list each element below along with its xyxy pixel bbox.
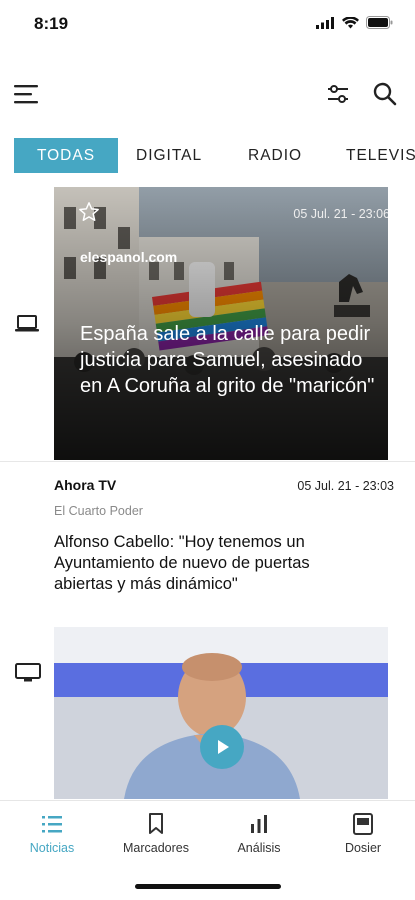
top-app-bar [0, 72, 415, 118]
video-thumbnail [54, 627, 388, 799]
news-feed[interactable]: 05 Jul. 21 - 23:06 elespanol.com España … [0, 187, 415, 799]
nav-marcadores[interactable]: Marcadores [112, 813, 200, 855]
news-item-text[interactable]: Ahora TV 05 Jul. 21 - 23:03 El Cuarto Po… [54, 477, 394, 595]
list-icon [42, 816, 62, 833]
wifi-icon [342, 16, 359, 28]
battery-icon [366, 16, 393, 29]
nav-label: Dosier [344, 841, 382, 855]
tab-digital[interactable]: DIGITAL [136, 138, 202, 173]
news-card-video[interactable] [54, 627, 388, 799]
nav-analisis[interactable]: Análisis [226, 813, 292, 855]
news-headline: Alfonso Cabello: "Hoy tenemos un Ayuntam… [54, 533, 310, 593]
signal-icon [316, 16, 334, 29]
laptop-icon [15, 315, 39, 332]
nav-dosier[interactable]: Dosier [334, 813, 392, 855]
nav-label: Marcadores [123, 841, 189, 855]
nav-label: Análisis [237, 841, 281, 855]
category-tabs: TODAS DIGITAL RADIO TELEVIS [0, 138, 415, 174]
tv-icon [15, 663, 41, 682]
news-card-featured[interactable]: 05 Jul. 21 - 23:06 elespanol.com España … [54, 187, 388, 460]
nav-noticias[interactable]: Noticias [20, 813, 84, 855]
menu-icon[interactable] [14, 82, 40, 106]
home-indicator [135, 884, 281, 889]
search-icon[interactable] [372, 81, 398, 107]
bar-chart-icon [251, 815, 267, 833]
news-headline: España sale a la calle para pedir justic… [80, 323, 375, 397]
status-icons [316, 16, 393, 29]
filter-icon[interactable] [326, 82, 350, 106]
bookmark-icon [149, 813, 163, 834]
star-icon[interactable] [78, 201, 100, 223]
tab-television[interactable]: TELEVIS [346, 138, 415, 173]
news-source: elespanol.com [80, 249, 178, 265]
feed-divider [0, 461, 415, 462]
status-bar: 8:19 [0, 0, 415, 48]
status-time: 8:19 [34, 14, 69, 33]
tab-todas[interactable]: TODAS [14, 138, 118, 173]
news-program: El Cuarto Poder [54, 504, 143, 518]
dossier-icon [353, 813, 373, 835]
nav-label: Noticias [29, 841, 75, 855]
play-icon[interactable] [200, 725, 244, 769]
news-date: 05 Jul. 21 - 23:06 [293, 207, 388, 221]
app-screen: 8:19 TODAS DIGITAL RADIO TELEVIS 05 Jul.… [0, 0, 415, 900]
tab-radio[interactable]: RADIO [248, 138, 302, 173]
news-date: 05 Jul. 21 - 23:03 [297, 479, 394, 493]
